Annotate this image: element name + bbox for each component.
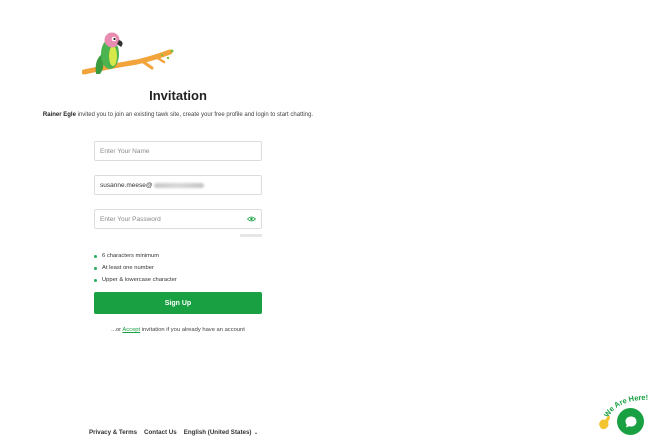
page-title: Invitation — [149, 88, 207, 103]
password-rule-text: 6 characters minimum — [102, 253, 160, 259]
invite-text: invited you to join an existing tawk sit… — [77, 112, 314, 118]
password-rule-text: At least one number — [102, 265, 154, 271]
accept-link[interactable]: Accept — [122, 327, 140, 333]
bullet-dot-icon — [94, 278, 97, 282]
email-input[interactable]: susanne.meese@ — [94, 175, 262, 195]
password-rule: 6 characters minimum — [94, 250, 177, 262]
password-rule-text: Upper & lowercase character — [102, 277, 177, 283]
contact-us-link[interactable]: Contact Us — [144, 429, 177, 436]
invite-message: Rainer Egle invited you to join an exist… — [42, 111, 314, 119]
password-rule: Upper & lowercase character — [94, 274, 177, 286]
chevron-down-icon: ⌄ — [253, 429, 259, 436]
password-placeholder: Enter Your Password — [100, 215, 161, 223]
eye-icon[interactable] — [247, 216, 256, 222]
chat-bubble-icon — [625, 416, 636, 427]
language-label: English (United States) — [183, 429, 252, 436]
footer-links: Privacy & Terms Contact Us English (Unit… — [89, 429, 259, 436]
name-input[interactable]: Enter Your Name — [94, 141, 262, 161]
language-selector[interactable]: English (United States) ⌄ — [184, 429, 259, 436]
password-strength-bar — [240, 234, 262, 237]
email-redaction-blur — [153, 182, 204, 188]
password-rules-list: 6 characters minimum At least one number… — [94, 250, 177, 286]
inviter-name: Rainer Egle — [42, 112, 76, 118]
name-placeholder: Enter Your Name — [100, 147, 150, 155]
tawk-parrot-logo — [82, 32, 174, 75]
sign-up-button[interactable]: Sign Up — [94, 292, 262, 314]
waving-hand-icon — [599, 415, 610, 430]
bullet-dot-icon — [94, 266, 97, 270]
accept-invitation-line: ...or Accept invitation if you already h… — [94, 327, 262, 333]
password-input[interactable]: Enter Your Password — [94, 209, 262, 229]
chat-bubble-button[interactable] — [617, 408, 644, 435]
accept-prefix: ...or — [111, 327, 122, 333]
bullet-dot-icon — [94, 254, 97, 258]
password-rule: At least one number — [94, 262, 177, 274]
accept-suffix: invitation if you already have an accoun… — [141, 327, 245, 333]
privacy-terms-link[interactable]: Privacy & Terms — [89, 429, 137, 436]
email-value: susanne.meese@ — [100, 181, 153, 189]
